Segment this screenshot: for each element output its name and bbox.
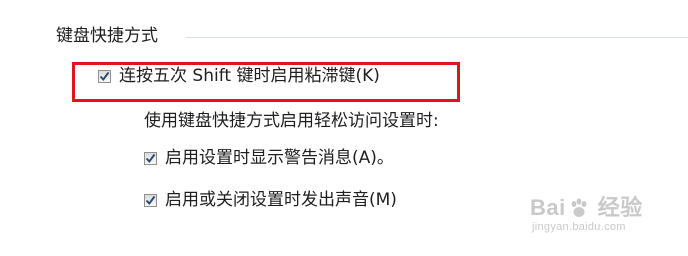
- sticky-keys-label: 连按五次 Shift 键时启用粘滞键(K): [119, 66, 380, 86]
- shortcut-subtitle: 使用键盘快捷方式启用轻松访问设置时:: [144, 111, 439, 131]
- sound-option[interactable]: 启用或关闭设置时发出声音(M): [144, 188, 397, 212]
- warning-message-option[interactable]: 启用设置时显示警告消息(A)。: [144, 146, 394, 170]
- baidu-watermark: Bai 经验 jingyan.baidu.com: [530, 196, 643, 234]
- watermark-brand-right: 经验: [597, 195, 643, 220]
- baidu-paw-icon: [571, 198, 587, 217]
- watermark-brand-left: Bai: [530, 195, 566, 220]
- sound-checkbox[interactable]: [144, 193, 157, 207]
- group-title: 键盘快捷方式: [56, 24, 164, 48]
- sound-label: 启用或关闭设置时发出声音(M): [165, 190, 397, 210]
- sticky-keys-checkbox[interactable]: [98, 69, 111, 83]
- checkmark-icon: [145, 195, 156, 205]
- warning-message-label: 启用设置时显示警告消息(A)。: [165, 148, 394, 168]
- sticky-keys-option[interactable]: 连按五次 Shift 键时启用粘滞键(K): [98, 64, 380, 88]
- group-divider: [186, 37, 688, 38]
- warning-message-checkbox[interactable]: [144, 151, 157, 165]
- checkmark-icon: [99, 71, 110, 81]
- watermark-url: jingyan.baidu.com: [532, 221, 626, 233]
- checkmark-icon: [145, 153, 156, 163]
- keyboard-shortcut-settings: 键盘快捷方式 连按五次 Shift 键时启用粘滞键(K) 使用键盘快捷方式启用轻…: [0, 0, 688, 256]
